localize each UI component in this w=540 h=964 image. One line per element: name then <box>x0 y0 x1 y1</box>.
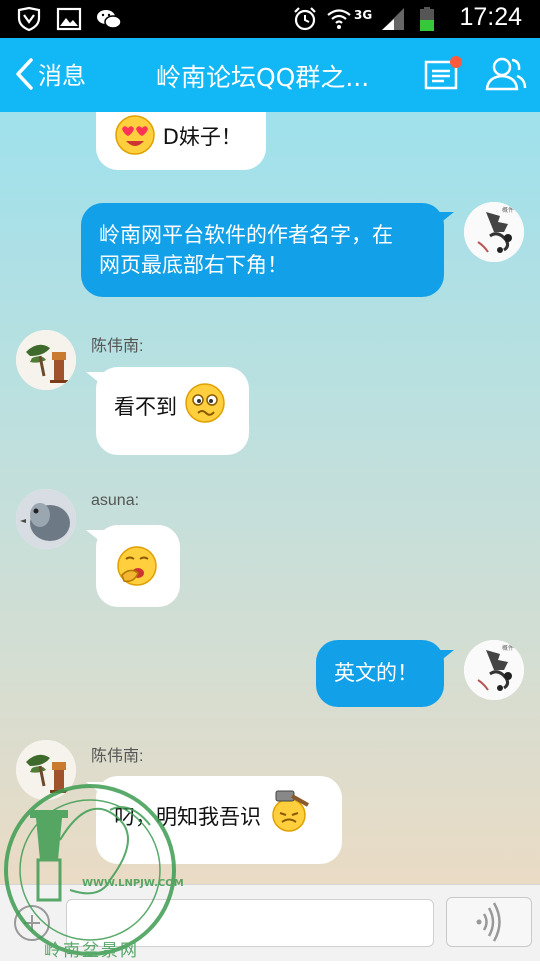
sender-name: asuna: <box>91 492 140 509</box>
image-icon <box>56 7 82 31</box>
sender-avatar[interactable] <box>16 740 76 800</box>
svg-text:概件: 概件 <box>502 206 514 214</box>
svg-text:概件: 概件 <box>502 644 514 652</box>
chevron-left-icon <box>16 57 33 90</box>
battery-icon <box>420 7 435 31</box>
message-text: D妹子！ <box>162 125 242 149</box>
input-bar <box>0 884 540 961</box>
sender-name: 陈伟南: <box>91 748 144 765</box>
message-bubble[interactable]: 叼，明知我吾识 <box>96 776 342 864</box>
hammer-emoji-icon <box>271 790 309 832</box>
heart-eyes-emoji-icon <box>115 115 155 155</box>
chat-area[interactable]: D妹子！ 概件 岭南网平台软件的作者名字，在 网页最底部右下角！ 陈伟南: 看不… <box>0 112 540 884</box>
wechat-icon <box>97 10 122 29</box>
shield-icon <box>17 6 41 32</box>
message-bubble[interactable]: 岭南网平台软件的作者名字，在 网页最底部右下角！ <box>81 203 444 297</box>
yawn-emoji-icon <box>117 546 157 586</box>
message-text: 叼，明知我吾识 <box>114 805 261 829</box>
sender-name: 陈伟南: <box>91 338 144 355</box>
message-bubble[interactable]: 英文的！ <box>316 640 444 707</box>
sender-avatar[interactable] <box>16 489 76 549</box>
message-text-line: 网页最底部右下角！ <box>99 253 288 277</box>
message-input[interactable] <box>66 899 434 947</box>
my-avatar[interactable]: 概件 <box>464 640 524 700</box>
notification-dot <box>450 56 462 68</box>
clock: 17:24 <box>459 3 522 31</box>
voice-icon <box>476 902 501 942</box>
alarm-icon <box>294 7 316 31</box>
message-text: 看不到 <box>114 395 177 419</box>
back-label: 消息 <box>38 62 86 90</box>
my-avatar[interactable]: 概件 <box>464 202 524 262</box>
message-bubble[interactable]: D妹子！ <box>96 112 266 170</box>
sender-avatar[interactable] <box>16 330 76 390</box>
contacts-icon[interactable] <box>484 56 528 92</box>
message-text-line: 岭南网平台软件的作者名字，在 <box>99 223 393 247</box>
message-bubble[interactable] <box>96 525 180 607</box>
signal-icon <box>382 8 405 30</box>
confused-emoji-icon <box>184 383 225 423</box>
status-bar: 3G 17:24 <box>0 0 540 38</box>
network-type: 3G <box>354 8 373 22</box>
wifi-icon <box>327 9 351 29</box>
message-bubble[interactable]: 看不到 <box>96 367 249 455</box>
voice-button[interactable] <box>446 897 532 947</box>
message-text: 英文的！ <box>334 661 418 685</box>
back-button[interactable]: 消息 <box>14 56 86 91</box>
plus-icon[interactable] <box>14 905 50 941</box>
page-title: 岭南论坛QQ群之... <box>156 63 370 92</box>
chat-header: 消息 岭南论坛QQ群之... <box>0 38 540 112</box>
